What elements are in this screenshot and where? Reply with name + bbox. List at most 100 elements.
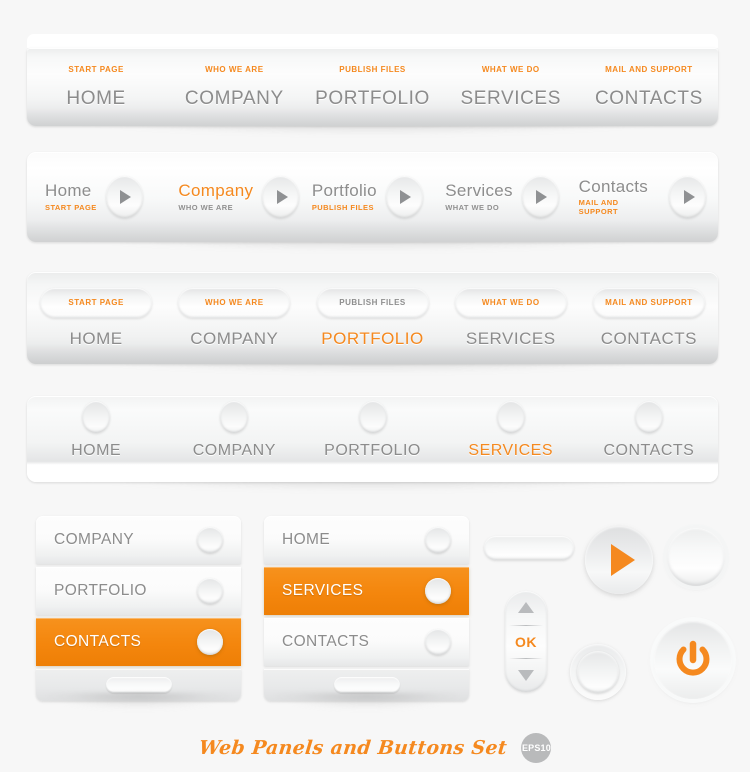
nav-label: HOME xyxy=(69,328,123,348)
arrow-button[interactable] xyxy=(262,176,300,218)
radio-circle-icon[interactable] xyxy=(425,578,451,604)
nav-item-company[interactable]: Company WHO WE ARE xyxy=(172,176,305,218)
nav-item-portfolio[interactable]: PUBLISH FILES PORTFOLIO xyxy=(303,48,441,126)
nav-item-services[interactable]: SERVICES xyxy=(442,400,580,460)
nav-label: Contacts xyxy=(578,176,649,196)
nav-label: PORTFOLIO xyxy=(324,441,421,459)
nav-item-services[interactable]: WHAT WE DO SERVICES xyxy=(442,287,580,349)
chevron-down-icon xyxy=(518,669,534,681)
nav-pill-button[interactable]: WHAT WE DO xyxy=(454,287,567,318)
ring-round-button[interactable] xyxy=(570,644,626,700)
nav-label: PORTFOLIO xyxy=(321,328,424,348)
nav-item-company[interactable]: COMPANY xyxy=(165,400,303,460)
nav-item-labels: Home START PAGE xyxy=(45,182,97,212)
nav-panel-with-arrow-buttons: Home START PAGE Company WHO WE ARE Portf… xyxy=(27,152,718,251)
arrow-button[interactable] xyxy=(385,176,423,218)
radio-circle-icon[interactable] xyxy=(634,400,663,433)
nav-item-labels: Services WHAT WE DO xyxy=(445,182,513,212)
radio-circle-icon[interactable] xyxy=(220,400,249,433)
nav-label: Company xyxy=(178,181,254,201)
plain-round-button[interactable] xyxy=(667,528,725,586)
nav-label: Services xyxy=(445,181,513,201)
play-triangle-icon xyxy=(276,190,288,204)
nav-item-contacts[interactable]: MAIL AND SUPPORT CONTACTS xyxy=(580,48,718,126)
ok-stepper[interactable]: OK xyxy=(505,591,547,692)
list-item[interactable]: SERVICES xyxy=(264,567,469,615)
power-button[interactable] xyxy=(654,621,732,699)
play-triangle-icon xyxy=(120,190,132,204)
footer: Web Panels and Buttons Set EPS10 xyxy=(0,728,750,768)
vertical-menu-right: HOME SERVICES CONTACTS xyxy=(264,516,469,709)
nav-pill-button[interactable]: WHO WE ARE xyxy=(178,287,291,318)
nav-sublabel: START PAGE xyxy=(68,64,124,74)
list-item[interactable]: CONTACTS xyxy=(264,618,469,666)
nav-sublabel: MAIL AND SUPPORT xyxy=(605,64,693,74)
nav-sublabel: START PAGE xyxy=(45,202,97,212)
stepper-down-button[interactable] xyxy=(505,658,547,692)
stepper-ok-label: OK xyxy=(515,633,537,650)
radio-circle-icon[interactable] xyxy=(197,629,223,655)
menu-drop-shadow xyxy=(274,693,459,709)
nav-item-home[interactable]: START PAGE HOME xyxy=(27,287,165,349)
nav-item-labels: Contacts MAIL AND SUPPORT xyxy=(578,176,660,216)
nav-item-labels: Portfolio PUBLISH FILES xyxy=(312,182,377,212)
vertical-menu-left: COMPANY PORTFOLIO CONTACTS xyxy=(36,516,241,709)
radio-circle-icon[interactable] xyxy=(82,400,111,433)
play-button[interactable] xyxy=(585,526,653,594)
nav-item-contacts[interactable]: Contacts MAIL AND SUPPORT xyxy=(573,176,707,218)
nav-label: SERVICES xyxy=(460,87,561,109)
nav-label: CONTACTS xyxy=(600,328,698,348)
nav-item-portfolio[interactable]: PUBLISH FILES PORTFOLIO xyxy=(303,287,441,349)
nav-item-company[interactable]: WHO WE ARE COMPANY xyxy=(165,48,303,126)
drag-handle[interactable] xyxy=(105,677,172,693)
nav-item-portfolio[interactable]: PORTFOLIO xyxy=(303,400,441,460)
arrow-button[interactable] xyxy=(669,176,707,218)
play-triangle-icon xyxy=(536,190,548,204)
nav-label: PORTFOLIO xyxy=(315,87,430,109)
nav-item-home[interactable]: START PAGE HOME xyxy=(27,48,165,126)
nav-item-services[interactable]: Services WHAT WE DO xyxy=(439,176,572,218)
radio-circle-icon[interactable] xyxy=(197,527,223,553)
nav-item-contacts[interactable]: CONTACTS xyxy=(580,400,718,460)
list-item[interactable]: HOME xyxy=(264,516,469,564)
nav-item-home[interactable]: HOME xyxy=(27,400,165,460)
drag-handle[interactable] xyxy=(333,677,400,693)
play-triangle-icon xyxy=(610,544,635,576)
stepper-up-button[interactable] xyxy=(505,591,547,625)
nav-item-home[interactable]: Home START PAGE xyxy=(39,176,172,218)
nav-item-contacts[interactable]: MAIL AND SUPPORT CONTACTS xyxy=(580,287,718,349)
list-item[interactable]: CONTACTS xyxy=(36,618,241,666)
footer-title: Web Panels and Buttons Set xyxy=(197,737,508,759)
nav-item-company[interactable]: WHO WE ARE COMPANY xyxy=(165,287,303,349)
nav-item-portfolio[interactable]: Portfolio PUBLISH FILES xyxy=(306,176,439,218)
radio-circle-icon[interactable] xyxy=(197,578,223,604)
nav-label: COMPANY xyxy=(192,441,276,459)
arrow-button[interactable] xyxy=(105,176,143,218)
play-triangle-icon xyxy=(683,190,695,204)
nav-pill-button[interactable]: PUBLISH FILES xyxy=(316,287,429,318)
nav-label: COMPANY xyxy=(184,87,284,109)
list-item-label: SERVICES xyxy=(282,582,364,599)
nav-panel-with-pill-sublabels: START PAGE HOME WHO WE ARE COMPANY PUBLI… xyxy=(27,272,718,373)
nav-label: CONTACTS xyxy=(603,441,695,459)
stepper-ok-button[interactable]: OK xyxy=(505,624,547,659)
list-item[interactable]: COMPANY xyxy=(36,516,241,564)
list-item-label: CONTACTS xyxy=(54,633,142,650)
radio-circle-icon[interactable] xyxy=(496,400,525,433)
radio-circle-icon[interactable] xyxy=(358,400,387,433)
radio-circle-icon[interactable] xyxy=(425,527,451,553)
list-item[interactable]: PORTFOLIO xyxy=(36,567,241,615)
arrow-button[interactable] xyxy=(521,176,559,218)
power-icon xyxy=(676,640,710,676)
top-nav-panel-with-sublabels: START PAGE HOME WHO WE ARE COMPANY PUBLI… xyxy=(27,34,718,135)
nav-panel-with-radio-circles: HOME COMPANY PORTFOLIO SERVICES CONTACTS xyxy=(27,396,718,491)
menu-drop-shadow xyxy=(46,693,231,709)
capsule-button[interactable] xyxy=(484,536,574,560)
nav-pill-button[interactable]: START PAGE xyxy=(40,287,153,318)
nav-pill-button[interactable]: MAIL AND SUPPORT xyxy=(592,287,705,318)
nav-label: Home xyxy=(45,181,92,201)
nav-item-services[interactable]: WHAT WE DO SERVICES xyxy=(442,48,580,126)
nav-sublabel: PUBLISH FILES xyxy=(339,64,406,74)
radio-circle-icon[interactable] xyxy=(425,629,451,655)
list-item-label: CONTACTS xyxy=(282,633,370,650)
